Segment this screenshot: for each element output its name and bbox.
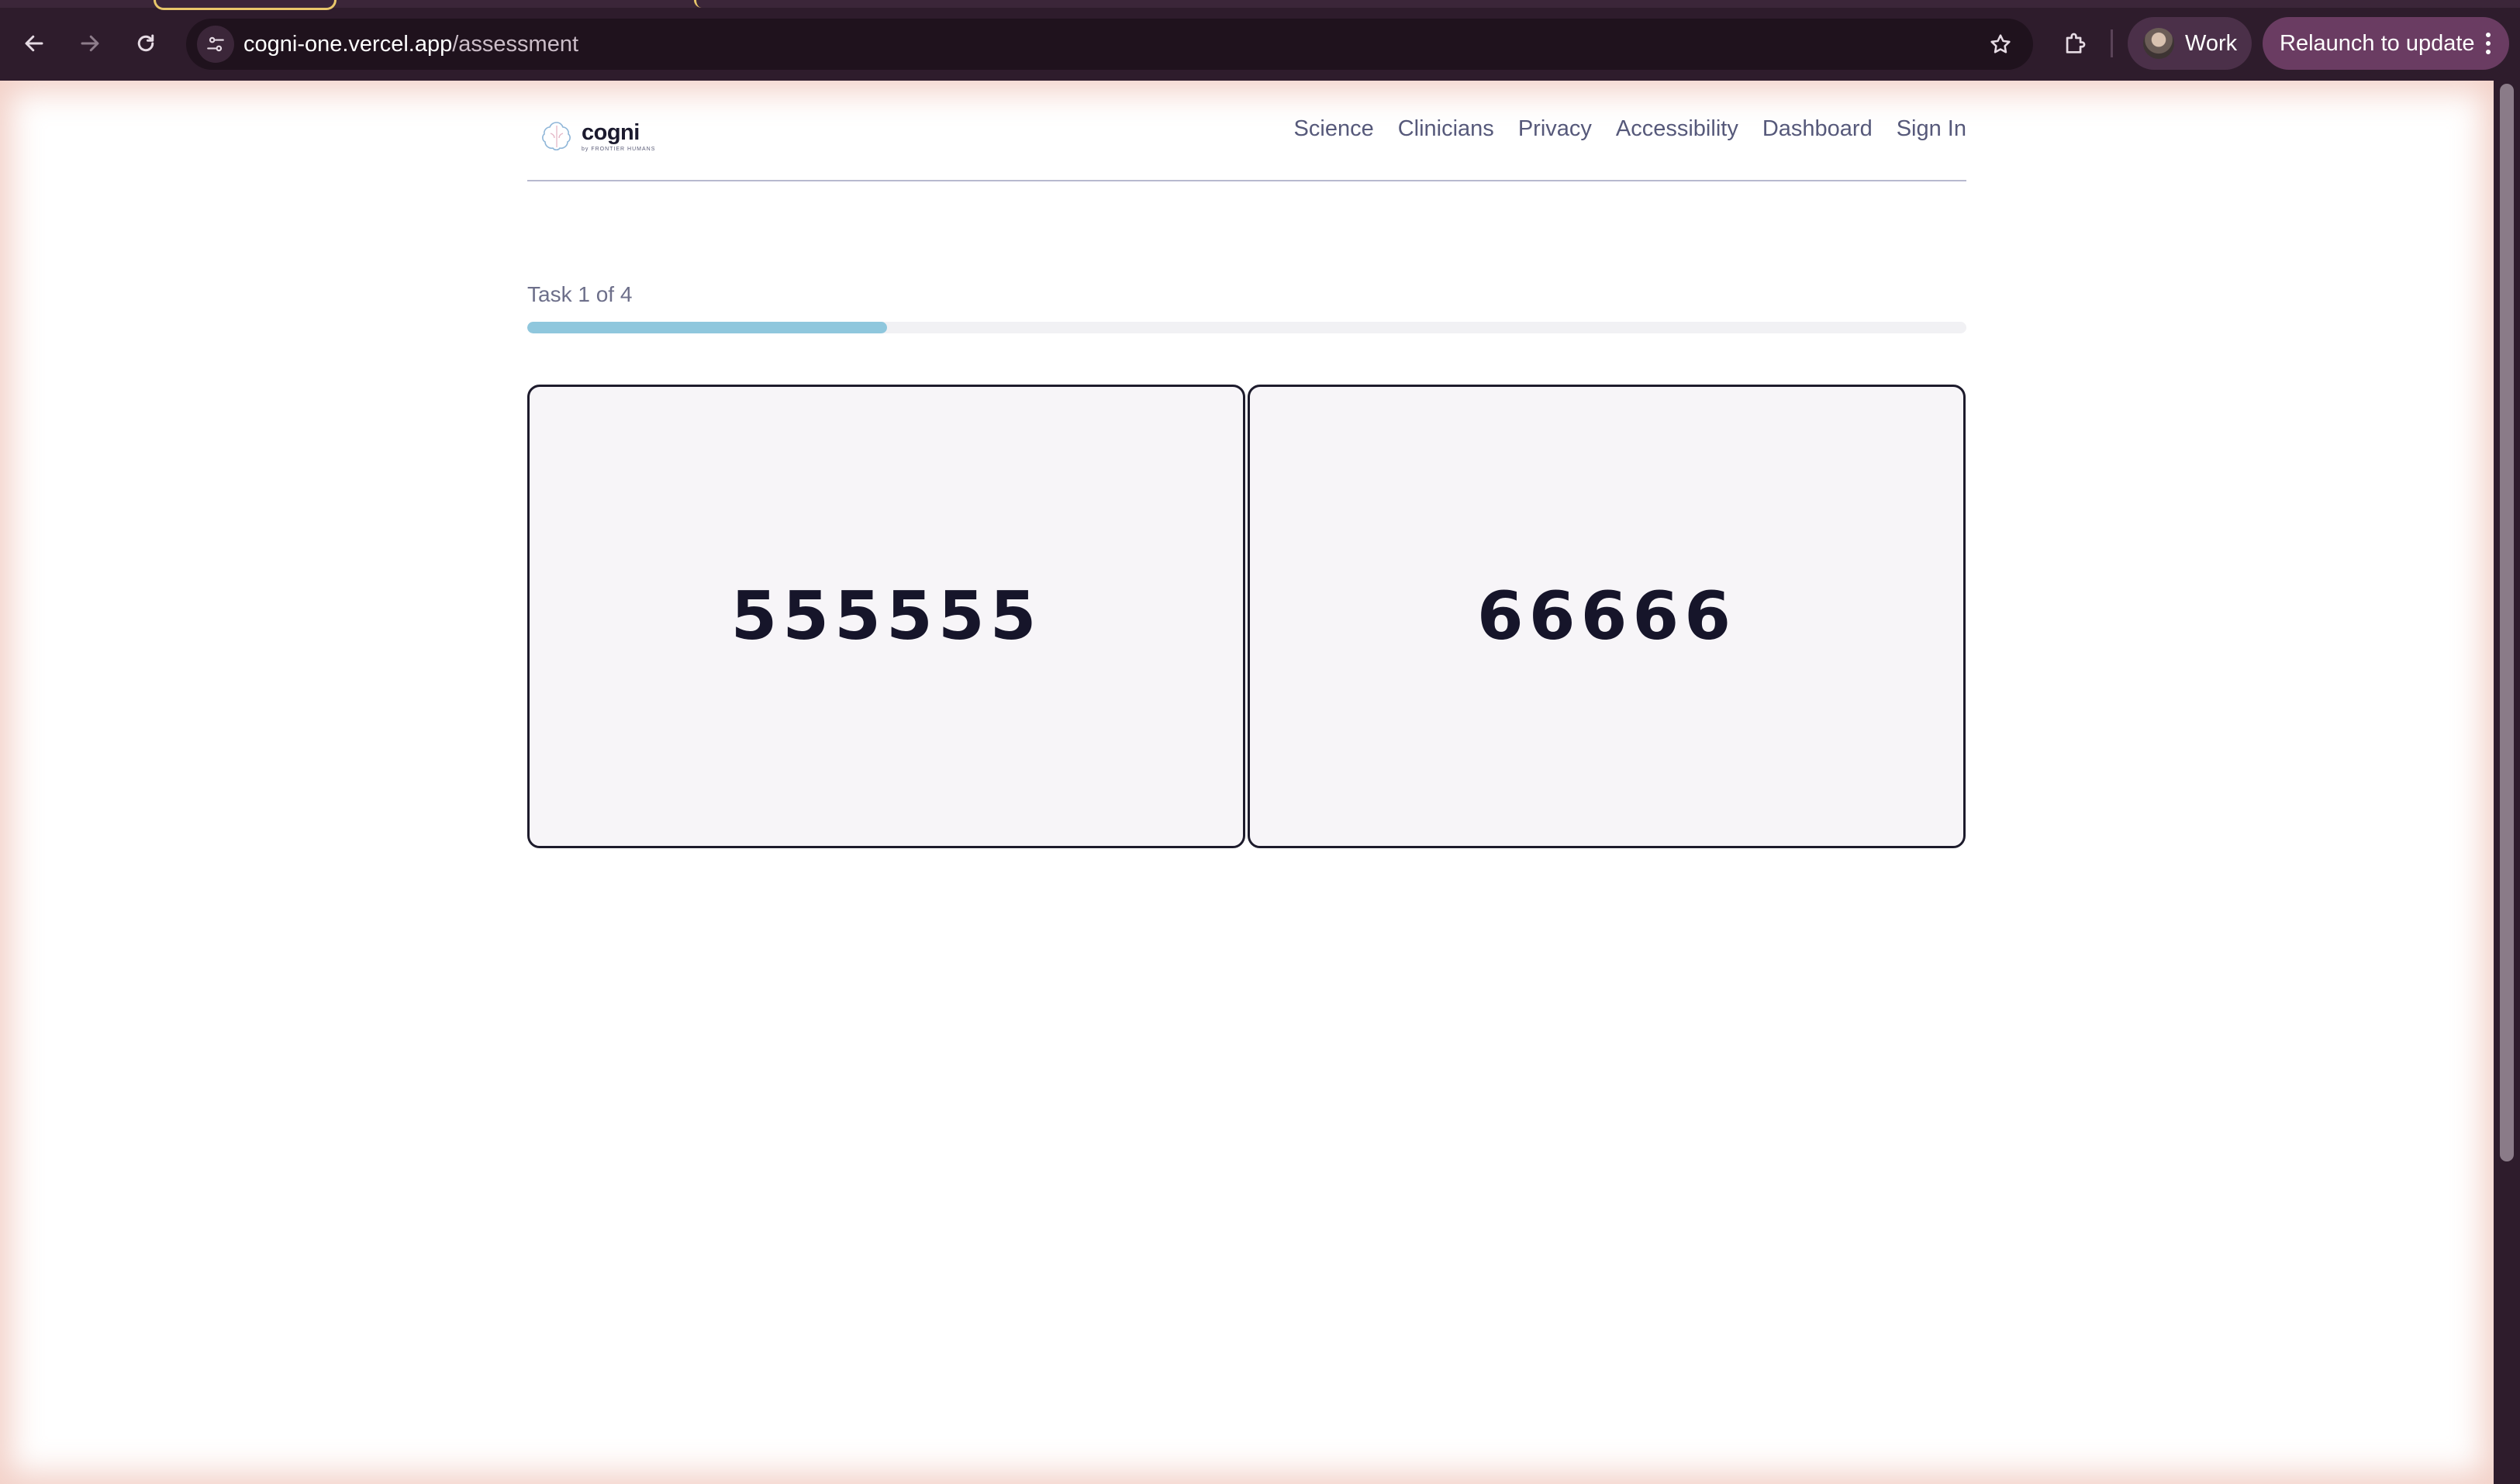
logo-wordmark: cogni (582, 119, 640, 145)
reload-icon (137, 34, 154, 52)
card-number: 66666 (1476, 578, 1737, 655)
task-progress-fill (527, 322, 887, 333)
star-icon (1990, 34, 2011, 53)
nav-privacy[interactable]: Privacy (1518, 116, 1592, 142)
url-path: /assessment (452, 32, 579, 57)
task-progress-label: Task 1 of 4 (527, 282, 633, 306)
nav-sign-in[interactable]: Sign In (1897, 116, 1966, 142)
browser-toolbar: cogni-one.vercel.app/assessment Work Rel… (0, 0, 2520, 81)
url-domain: cogni-one.vercel.app (243, 32, 453, 57)
profile-button[interactable]: Work (2128, 17, 2252, 70)
profile-label: Work (2185, 30, 2238, 56)
brain-icon (542, 122, 571, 151)
relaunch-button[interactable]: Relaunch to update (2263, 17, 2509, 70)
extensions-button[interactable] (2052, 20, 2098, 67)
nav-accessibility[interactable]: Accessibility (1616, 116, 1738, 142)
scrollbar-thumb[interactable] (2500, 84, 2514, 1161)
main-nav: Science Clinicians Privacy Accessibility… (1294, 116, 1966, 142)
site-info-icon (207, 36, 224, 52)
tab[interactable] (154, 0, 337, 10)
extensions-icon (2066, 33, 2086, 53)
bookmark-star-button[interactable] (1985, 29, 2016, 60)
relaunch-label: Relaunch to update (2280, 30, 2475, 56)
site-header: cogni by FRONTIER HUMANS Science Clinici… (527, 101, 1966, 181)
logo-tagline: by FRONTIER HUMANS (582, 146, 656, 152)
back-icon (25, 35, 43, 52)
card-number: 555555 (730, 578, 1042, 655)
tab[interactable] (694, 0, 715, 8)
avatar (2143, 28, 2174, 59)
page-viewport (0, 81, 2494, 1484)
toolbar-divider (2111, 29, 2113, 57)
url-text[interactable]: cogni-one.vercel.app/assessment (243, 19, 578, 70)
nav-clinicians[interactable]: Clinicians (1398, 116, 1494, 142)
site-info-button[interactable] (197, 26, 234, 63)
menu-icon (2485, 33, 2491, 54)
back-button[interactable] (11, 20, 57, 67)
task-progress-bar (527, 322, 1966, 333)
reload-button[interactable] (123, 20, 169, 67)
logo[interactable]: cogni by FRONTIER HUMANS (540, 113, 655, 160)
choice-card-left[interactable]: 555555 (527, 385, 1245, 848)
address-bar[interactable]: cogni-one.vercel.app/assessment (186, 19, 2033, 70)
nav-dashboard[interactable]: Dashboard (1762, 116, 1873, 142)
choice-card-right[interactable]: 66666 (1248, 385, 1966, 848)
tab-strip (0, 0, 2520, 8)
forward-icon (81, 35, 99, 52)
nav-science[interactable]: Science (1294, 116, 1374, 142)
forward-button[interactable] (67, 20, 113, 67)
